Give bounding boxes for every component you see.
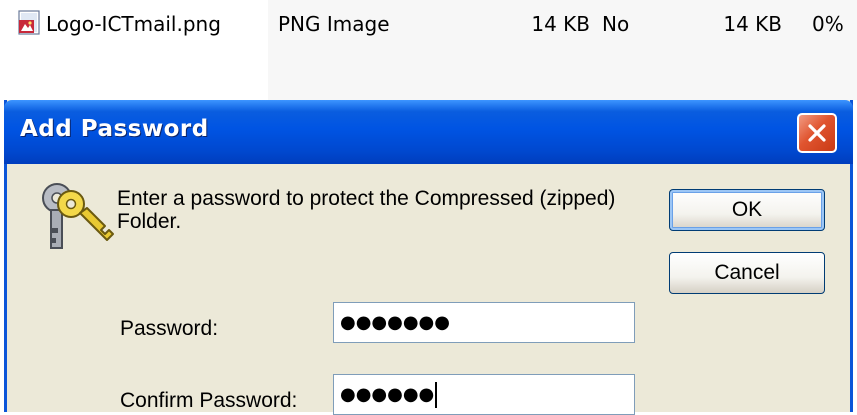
file-row[interactable]: Logo-ICTmail.png PNG Image 14 KB No 14 K… [0, 8, 857, 40]
ok-button[interactable]: OK [669, 189, 825, 231]
confirm-password-field[interactable]: ●●●●●● [333, 374, 635, 415]
dialog-body: Enter a password to protect the Compress… [7, 164, 850, 415]
file-type: PNG Image [278, 12, 390, 36]
password-label: Password: [120, 317, 219, 340]
dialog-message: Enter a password to protect the Compress… [117, 187, 616, 233]
file-ratio: 0% [812, 12, 844, 36]
confirm-password-value: ●●●●●● [340, 384, 435, 405]
dialog-title: Add Password [20, 116, 209, 142]
file-compressed-size: 14 KB [723, 12, 782, 36]
cancel-button[interactable]: Cancel [669, 252, 825, 294]
png-file-icon [18, 10, 42, 36]
dialog-titlebar[interactable]: Add Password [4, 100, 853, 164]
file-name: Logo-ICTmail.png [46, 12, 221, 36]
close-icon [808, 124, 826, 142]
keys-icon [27, 178, 123, 252]
add-password-dialog: Add Password Enter a password to protect [4, 100, 853, 415]
password-field[interactable]: ●●●●●●● [333, 302, 635, 343]
text-caret [435, 382, 438, 408]
file-encrypted: No [602, 12, 630, 36]
confirm-password-label: Confirm Password: [120, 389, 298, 412]
password-value: ●●●●●●● [340, 312, 450, 333]
file-list: Logo-ICTmail.png PNG Image 14 KB No 14 K… [0, 0, 857, 100]
file-size: 14 KB [531, 12, 590, 36]
close-button[interactable] [797, 113, 837, 153]
